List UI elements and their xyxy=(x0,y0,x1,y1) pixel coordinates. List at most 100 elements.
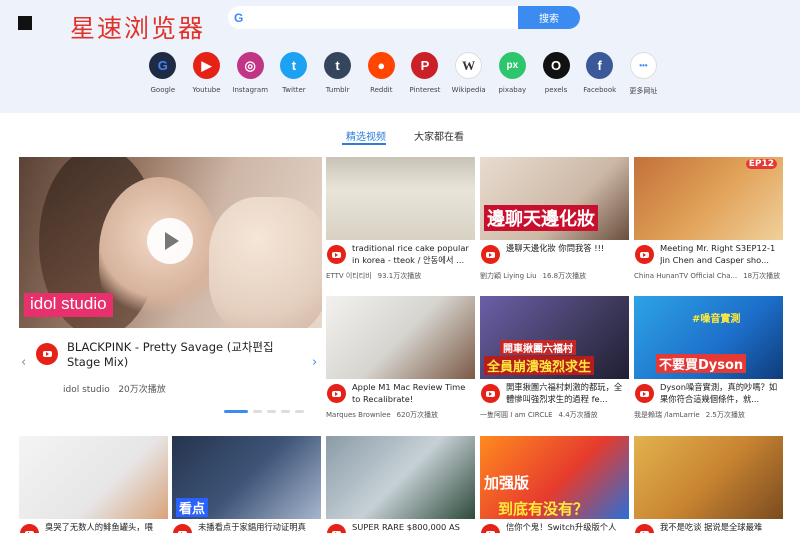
wikipedia-icon: W xyxy=(455,52,483,79)
quick-site-youtube[interactable]: ▶ Youtube xyxy=(185,52,229,96)
play-icon[interactable] xyxy=(147,218,193,264)
view-count: 18万次播放 xyxy=(743,272,781,280)
video-card[interactable]: SUPER RARE $800,000 AS xyxy=(326,436,475,533)
pexels-icon: O xyxy=(542,52,570,79)
youtube-icon xyxy=(481,524,500,533)
brand-title: 星速浏览器 xyxy=(70,14,206,43)
channel-name: 劉力穎 Liying Liu xyxy=(480,272,537,280)
carousel-dot[interactable] xyxy=(267,410,276,413)
quick-site-reddit[interactable]: ● Reddit xyxy=(359,52,403,96)
youtube-icon xyxy=(327,245,346,264)
tabs: 精选视频 大家都在看 xyxy=(0,128,800,146)
youtube-icon xyxy=(635,245,654,264)
video-card[interactable]: 我不是吃谈 据说是全球最难 xyxy=(634,436,783,533)
youtube-icon xyxy=(635,384,654,403)
video-card[interactable]: 臭哭了无数人的鲱鱼罐头，喂 xyxy=(19,436,168,533)
app-logo-icon[interactable] xyxy=(18,16,32,30)
youtube-icon xyxy=(173,524,192,533)
carousel-dot[interactable] xyxy=(253,410,262,413)
quick-site-更多网址[interactable]: ••• 更多网址 xyxy=(622,52,666,96)
carousel-dot[interactable] xyxy=(295,410,304,413)
video-title[interactable]: 未播看点于家錩用行动证明真 xyxy=(198,521,321,533)
video-card[interactable]: EP12 Meeting Mr. Right S3EP12-1 Jin Chen … xyxy=(634,157,783,287)
quick-site-google[interactable]: G Google xyxy=(141,52,185,96)
quick-site-wikipedia[interactable]: W Wikipedia xyxy=(447,52,491,96)
video-thumbnail[interactable]: EP12 xyxy=(634,157,783,240)
video-thumbnail[interactable]: 看点 xyxy=(172,436,321,519)
quick-site-tumblr[interactable]: t Tumblr xyxy=(316,52,360,96)
video-card[interactable]: 邊聊天邊化妝邊聊天邊化妝 你問我答 !!! 劉力穎 Liying Liu 16.8万… xyxy=(480,157,629,287)
quick-site-pinterest[interactable]: P Pinterest xyxy=(403,52,447,96)
video-thumbnail[interactable]: 開車揪團六福村 全員崩潰強烈求生 xyxy=(480,296,629,379)
youtube-icon xyxy=(20,524,39,533)
search-box[interactable]: G xyxy=(228,6,521,29)
view-count: 93.1万次播放 xyxy=(377,272,422,280)
video-card[interactable]: traditional rice cake popular in korea -… xyxy=(326,157,475,287)
quick-site-facebook[interactable]: f Facebook xyxy=(578,52,622,96)
tab-featured[interactable]: 精选视频 xyxy=(346,128,386,143)
video-card[interactable]: 看点未播看点于家錩用行动证明真 xyxy=(172,436,321,533)
thumbnail-overlay-text: 邊聊天邊化妝 xyxy=(484,205,598,231)
video-title[interactable]: 信你个鬼！Switch升级版个人 xyxy=(506,521,629,533)
view-count: 620万次播放 xyxy=(396,411,439,419)
twitter-icon: t xyxy=(280,52,308,79)
carousel-dot[interactable] xyxy=(224,410,248,413)
video-title[interactable]: SUPER RARE $800,000 AS xyxy=(352,521,475,533)
video-title[interactable]: Dyson噪音實測，真的吵嗎？如果你符合這幾個條件，就... xyxy=(660,381,783,405)
view-count: 20万次播放 xyxy=(118,385,166,395)
video-title[interactable]: Meeting Mr. Right S3EP12-1 Jin Chen and … xyxy=(660,242,783,266)
quick-site-pexels[interactable]: Opexels xyxy=(534,52,578,96)
quick-site-instagram[interactable]: ◎ Instagram xyxy=(228,52,272,96)
video-meta: 劉力穎 Liying Liu 16.8万次播放 xyxy=(480,271,629,281)
video-title[interactable]: Apple M1 Mac Review Time to Recalibrate! xyxy=(352,381,475,405)
thumbnail-overlay-text: 開車揪團六福村 xyxy=(500,340,576,355)
video-thumbnail[interactable]: 加强版 到底有没有？ xyxy=(480,436,629,519)
quick-site-pixabay[interactable]: px pixabay xyxy=(491,52,535,96)
video-thumbnail[interactable] xyxy=(326,296,475,379)
quick-site-label: Wikipedia xyxy=(451,86,486,94)
tab-trending[interactable]: 大家都在看 xyxy=(414,128,464,143)
thumbnail-overlay-text: 到底有没有？ xyxy=(498,500,589,518)
video-thumbnail[interactable] xyxy=(326,436,475,519)
quick-site-twitter[interactable]: t Twitter xyxy=(272,52,316,96)
channel-name: Marques Brownlee xyxy=(326,411,391,419)
chevron-left-icon[interactable]: ‹ xyxy=(21,355,26,370)
video-card[interactable]: 加强版 到底有没有？ 信你个鬼！Switch升级版个人 xyxy=(480,436,629,533)
video-thumbnail[interactable] xyxy=(634,436,783,519)
video-title[interactable]: 我不是吃谈 据说是全球最难 xyxy=(660,521,783,533)
video-card[interactable]: 開車揪團六福村 全員崩潰強烈求生 開車揪團六福村刺激的都玩，全體慘叫強烈求生的過程 … xyxy=(480,296,629,426)
video-title[interactable]: 邊聊天邊化妝 你問我答 !!! xyxy=(506,242,629,266)
quick-site-label: Instagram xyxy=(232,86,269,94)
video-title[interactable]: traditional rice cake popular in korea -… xyxy=(352,242,475,266)
video-card[interactable]: Apple M1 Mac Review Time to Recalibrate!… xyxy=(326,296,475,426)
search-button[interactable]: 搜索 xyxy=(518,6,580,29)
video-thumbnail[interactable]: #噪音實測 不要買Dyson xyxy=(634,296,783,379)
search-input[interactable] xyxy=(247,11,508,24)
carousel-dot[interactable] xyxy=(281,410,290,413)
thumbnail-overlay-text: 看点 xyxy=(176,498,209,517)
thumbnail-overlay-text: EP12 xyxy=(745,159,777,169)
youtube-icon xyxy=(481,384,500,403)
video-thumbnail[interactable]: 邊聊天邊化妝 xyxy=(480,157,629,240)
thumb-figure-right xyxy=(209,197,322,328)
video-meta: 一隻阿圓 I am CIRCLE 4.4万次播放 xyxy=(480,410,629,420)
video-card[interactable]: #噪音實測 不要買Dyson Dyson噪音實測，真的吵嗎？如果你符合這幾個條件，就… xyxy=(634,296,783,426)
youtube-icon xyxy=(635,524,654,533)
channel-name: 一隻阿圓 I am CIRCLE xyxy=(480,411,553,419)
video-thumbnail[interactable] xyxy=(19,436,168,519)
active-tab-underline xyxy=(342,143,386,145)
view-count: 2.5万次播放 xyxy=(705,411,745,419)
video-title[interactable]: 臭哭了无数人的鲱鱼罐头，喂 xyxy=(45,521,168,533)
channel-name: ETTV 이티티비 xyxy=(326,272,372,280)
video-thumbnail[interactable] xyxy=(326,157,475,240)
featured-video-info[interactable]: BLACKPINK - Pretty Savage (교차편집 Stage Mi… xyxy=(19,330,322,420)
video-meta: 我是賴瑞 /lamLarrie 2.5万次播放 xyxy=(634,410,783,420)
more-icon: ••• xyxy=(629,52,657,79)
featured-video-thumbnail[interactable]: idol studio xyxy=(19,157,322,328)
youtube-icon xyxy=(481,245,500,264)
youtube-icon xyxy=(327,524,346,533)
featured-video-title[interactable]: BLACKPINK - Pretty Savage (교차편집 Stage Mi… xyxy=(67,340,307,370)
video-title[interactable]: 開車揪團六福村刺激的都玩，全體慘叫強烈求生的過程 fe... xyxy=(506,381,629,405)
google-search-icon: G xyxy=(234,10,244,25)
chevron-right-icon[interactable]: › xyxy=(312,355,317,370)
